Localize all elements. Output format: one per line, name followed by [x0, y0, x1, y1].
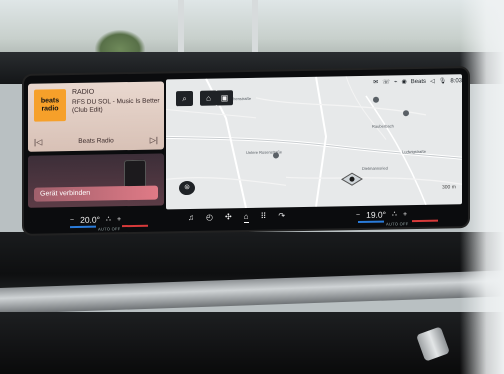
map-label: Rauberbach [372, 123, 394, 129]
phone-icon: ☏ [382, 79, 390, 86]
phone-nav-icon[interactable]: ◴ [206, 213, 213, 224]
logo-line-2: radio [41, 105, 59, 113]
map-scale: 300 m [442, 184, 456, 191]
car-icon: ⊜ [184, 183, 190, 192]
next-track-button[interactable]: ▷| [150, 135, 158, 144]
status-bar: ✉ ☏ ⌁ ◉ Beats ◁ 🎙 8:03 [373, 76, 462, 88]
right-climate-control: − 19.0° ⛬ + [356, 209, 407, 220]
status-source: Beats [410, 78, 427, 86]
map-search-button[interactable]: ⌕ [176, 90, 193, 107]
fan-nav-icon[interactable]: ✣ [225, 212, 232, 223]
cool-indicator [358, 220, 384, 223]
seat-heating-icon[interactable]: ⛬ [106, 215, 111, 223]
seat-heating-icon[interactable]: ⛬ [392, 210, 397, 218]
previous-track-button[interactable]: |◁ [34, 137, 42, 146]
message-icon: ✉ [373, 79, 379, 86]
main-nav: ♫ ◴ ✣ ⌂ ⠿ ↷ [188, 211, 285, 224]
status-time: 8:03 [450, 78, 462, 85]
home-icon: ⌂ [206, 93, 211, 103]
map-label: Untere Rosenstraße [246, 149, 283, 155]
search-icon: ⌕ [182, 94, 187, 104]
mic-icon: 🎙 [438, 78, 447, 85]
apps-nav-icon[interactable]: ⠿ [261, 212, 267, 223]
left-climate-control: − 20.0° ⛬ + [70, 214, 121, 225]
media-station: Beats Radio [78, 136, 114, 145]
right-temp-plus-button[interactable]: + [403, 211, 407, 218]
back-nav-icon[interactable]: ↷ [278, 211, 285, 222]
heat-indicator [122, 224, 148, 227]
map-label: Dietmannsried [362, 165, 388, 171]
heat-indicator [412, 219, 438, 222]
map-label: Ludwigstraße [402, 148, 427, 155]
left-temp-minus-button[interactable]: − [70, 217, 74, 224]
phone-widget[interactable]: Gerät verbinden [28, 153, 164, 208]
beats-radio-logo: beats radio [34, 89, 66, 122]
media-track-title: RFS DU SOL - Music Is Better (Club Edit) [72, 97, 160, 115]
right-temp-value: 19.0° [366, 209, 387, 220]
map-work-button[interactable]: ▣ [216, 90, 233, 106]
media-source: RADIO [72, 88, 95, 97]
home-nav-icon[interactable]: ⌂ [243, 211, 249, 224]
infotainment-display: Hohenstraße Rauberbach Dietmannsried Unt… [24, 68, 468, 234]
signal-icon: ◁ [430, 78, 435, 85]
media-nav-icon[interactable]: ♫ [188, 213, 194, 224]
right-temp-minus-button[interactable]: − [356, 212, 360, 219]
connected-icon: ⌁ [393, 79, 398, 86]
beats-source-icon: ◉ [401, 79, 407, 86]
cool-indicator [70, 225, 96, 228]
right-climate-mode: AUTO OFF [386, 221, 409, 227]
media-footer: |◁ Beats Radio ▷| [28, 131, 164, 149]
media-widget[interactable]: beats radio RADIO RFS DU SOL - Music Is … [28, 81, 164, 152]
left-climate-mode: AUTO OFF [98, 226, 121, 232]
map-home-button[interactable]: ⌂ [200, 90, 217, 106]
work-icon: ▣ [220, 93, 229, 103]
left-temp-value: 20.0° [80, 214, 101, 225]
climate-nav-bar: − 20.0° ⛬ + AUTO OFF ♫ ◴ ✣ ⌂ ⠿ ↷ − 19.0°… [24, 204, 468, 234]
connect-device-button[interactable]: Gerät verbinden [34, 185, 158, 202]
left-temp-plus-button[interactable]: + [117, 216, 121, 223]
